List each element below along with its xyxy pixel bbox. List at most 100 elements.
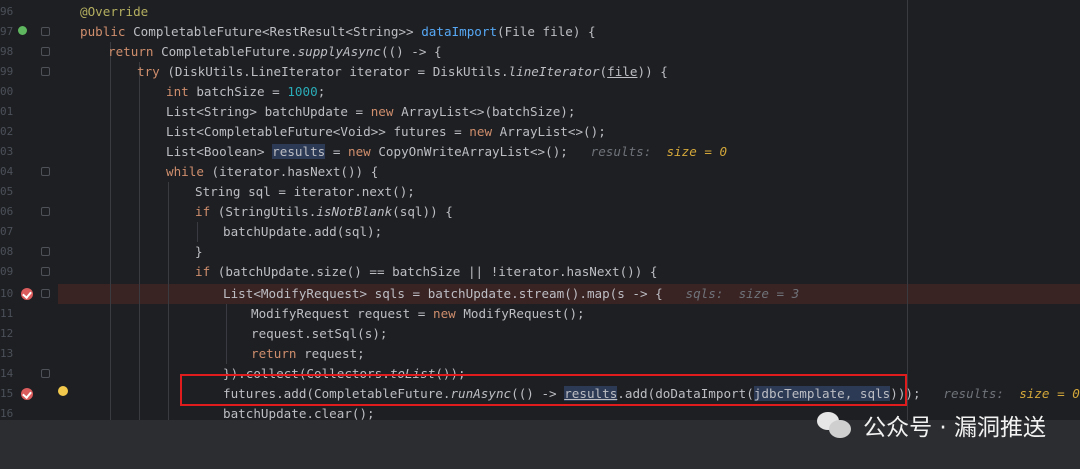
code-line-112: request.setSql(s);	[251, 324, 387, 344]
line-number: 04	[0, 165, 14, 178]
line-number: 02	[0, 125, 14, 138]
code-token: List<ModifyRequest> sqls = batchUpdate.s…	[223, 286, 663, 301]
method-name-token: dataImport	[421, 24, 498, 39]
line-number: 15	[0, 387, 14, 400]
line-number: 97	[0, 25, 14, 38]
code-line-108: }	[195, 242, 203, 262]
keyword-token: new	[432, 306, 464, 321]
code-token: CompletableFuture.	[161, 44, 298, 59]
override-marker-icon[interactable]	[18, 26, 27, 35]
line-number: 12	[0, 327, 14, 340]
fold-marker-icon[interactable]	[41, 167, 50, 176]
keyword-token: while	[166, 164, 212, 179]
line-number: 99	[0, 65, 14, 78]
code-token: (batchUpdate.size() == batchSize || !ite…	[217, 264, 658, 279]
code-line-103: List<Boolean> results = new CopyOnWriteA…	[166, 142, 727, 162]
keyword-token: int	[166, 84, 197, 99]
code-token: (DiskUtils.LineIterator iterator = DiskU…	[167, 64, 509, 79]
code-line-106: if (StringUtils.isNotBlank(sql)) {	[195, 202, 453, 222]
code-token: }	[195, 244, 203, 259]
indent-guide	[168, 182, 169, 420]
fold-marker-icon[interactable]	[41, 207, 50, 216]
number-token: 1000	[287, 84, 318, 99]
code-token: ArrayList<>();	[499, 124, 606, 139]
code-line-105: String sql = iterator.next();	[195, 182, 415, 202]
breakpoint-icon[interactable]	[21, 288, 33, 300]
inline-debug-value: size = 3	[738, 286, 800, 301]
keyword-token: public	[80, 24, 134, 39]
inline-debug-label: results:	[943, 386, 1020, 401]
code-token: (StringUtils.	[217, 204, 317, 219]
fold-marker-icon[interactable]	[41, 67, 50, 76]
code-token: ModifyRequest();	[463, 306, 585, 321]
line-number: 96	[0, 5, 14, 18]
annotation-token: @Override	[80, 4, 149, 19]
line-number: 00	[0, 85, 14, 98]
code-token: CompletableFuture<RestResult<String>>	[133, 24, 422, 39]
code-token: (sql)) {	[392, 204, 453, 219]
code-token: List<String> batchUpdate =	[166, 104, 371, 119]
line-number: 05	[0, 185, 14, 198]
static-method-token: isNotBlank	[316, 204, 393, 219]
code-token: List<Boolean>	[166, 144, 273, 159]
fold-marker-icon[interactable]	[41, 267, 50, 276]
code-line-110: List<ModifyRequest> sqls = batchUpdate.s…	[223, 284, 799, 304]
code-token: (iterator.hasNext()) {	[211, 164, 379, 179]
code-token: List<CompletableFuture<Void>> futures =	[166, 124, 470, 139]
indent-guide	[226, 304, 227, 364]
keyword-token: try	[137, 64, 168, 79]
inline-debug-value: size = 0	[1019, 386, 1080, 401]
fold-marker-icon[interactable]	[41, 369, 50, 378]
line-number: 10	[0, 287, 14, 300]
code-line-102: List<CompletableFuture<Void>> futures = …	[166, 122, 606, 142]
fold-marker-icon[interactable]	[41, 247, 50, 256]
line-number: 09	[0, 265, 14, 278]
code-line-107: batchUpdate.add(sql);	[223, 222, 382, 242]
code-line-100: int batchSize = 1000;	[166, 82, 325, 102]
indent-guide	[139, 62, 140, 420]
line-number: 08	[0, 245, 14, 258]
code-line-98: return CompletableFuture.supplyAsync(() …	[108, 42, 442, 62]
indent-guide	[110, 42, 111, 420]
code-token: ;	[317, 84, 326, 99]
keyword-token: new	[347, 144, 379, 159]
code-line-97: public CompletableFuture<RestResult<Stri…	[80, 22, 596, 42]
code-token: batchUpdate.clear();	[223, 406, 375, 420]
code-token: CopyOnWriteArrayList<>();	[378, 144, 568, 159]
watermark-text: 公众号 · 漏洞推送	[863, 415, 1046, 441]
code-line-111: ModifyRequest request = new ModifyReques…	[251, 304, 585, 324]
keyword-token: return	[108, 44, 162, 59]
code-line-109: if (batchUpdate.size() == batchSize || !…	[195, 262, 658, 282]
keyword-token: new	[370, 104, 402, 119]
breakpoint-icon[interactable]	[21, 388, 33, 400]
code-token: =	[325, 144, 348, 159]
code-editor[interactable]: 96 97 98 99 00 01 02 03 04 05 06 07 08 0…	[0, 0, 1080, 420]
keyword-token: if	[195, 204, 218, 219]
line-number: 03	[0, 145, 14, 158]
code-line-116: batchUpdate.clear();	[223, 404, 375, 420]
code-token: request;	[304, 346, 365, 361]
code-token: (File file) {	[497, 24, 596, 39]
keyword-token: if	[195, 264, 218, 279]
wechat-icon	[817, 410, 853, 440]
code-line-113: return request;	[251, 344, 365, 364]
code-area[interactable]: @Override public CompletableFuture<RestR…	[80, 0, 1080, 420]
line-number: 07	[0, 225, 14, 238]
inline-debug-label: sqls:	[685, 286, 739, 301]
variable-token: results	[272, 144, 326, 159]
line-number: 14	[0, 367, 14, 380]
code-token: (() -> {	[380, 44, 442, 59]
lightbulb-icon[interactable]	[58, 386, 68, 396]
code-token: batchUpdate.add(sql);	[223, 224, 383, 239]
code-line-99: try (DiskUtils.LineIterator iterator = D…	[137, 62, 668, 82]
line-number: 01	[0, 105, 14, 118]
editor-gutter: 96 97 98 99 00 01 02 03 04 05 06 07 08 0…	[0, 0, 58, 420]
line-number: 16	[0, 407, 14, 420]
line-number: 98	[0, 45, 14, 58]
fold-marker-icon[interactable]	[41, 47, 50, 56]
fold-marker-icon[interactable]	[41, 27, 50, 36]
static-method-token: lineIterator	[508, 64, 600, 79]
fold-marker-icon[interactable]	[41, 289, 50, 298]
inline-debug-label: results:	[590, 144, 667, 159]
code-line-104: while (iterator.hasNext()) {	[166, 162, 378, 182]
